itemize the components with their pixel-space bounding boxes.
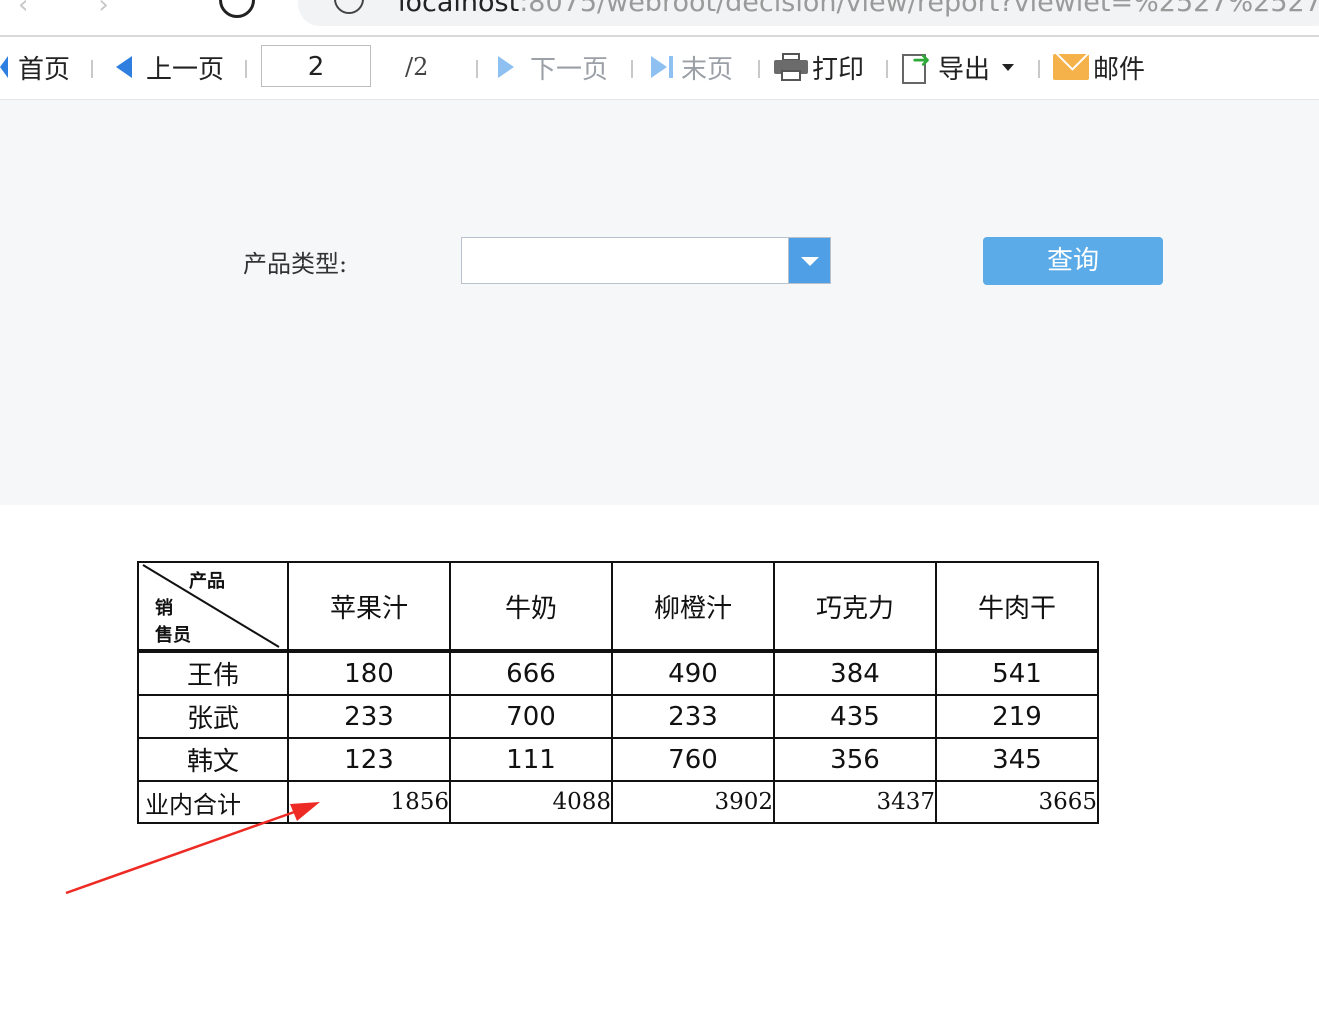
page-number-input[interactable]: 2 xyxy=(261,45,371,87)
product-type-label: 产品类型: xyxy=(243,250,348,278)
next-page-label: 下一页 xyxy=(530,54,609,85)
column-header: 牛肉干 xyxy=(935,561,1099,653)
last-page-bar-icon xyxy=(669,56,673,78)
parameter-panel: 产品类型: 查询 xyxy=(0,100,1319,505)
next-page-icon xyxy=(498,56,514,78)
column-header: 牛奶 xyxy=(449,561,613,653)
toolbar-separator xyxy=(631,60,633,78)
chevron-down-icon xyxy=(1002,63,1015,71)
export-label: 导出 xyxy=(938,54,991,85)
salesperson-name: 韩文 xyxy=(137,737,289,782)
toolbar-separator xyxy=(91,60,93,78)
total-cell: 4088 xyxy=(449,780,613,824)
print-button[interactable]: 打印 xyxy=(774,49,864,85)
url-host: localhost xyxy=(398,0,520,18)
table-cell: 666 xyxy=(449,650,613,696)
table-cell: 180 xyxy=(287,650,451,696)
toolbar-separator xyxy=(758,60,760,78)
total-cell: 3665 xyxy=(935,780,1099,824)
table-header-row: 产品 销 售员 苹果汁 牛奶 柳橙汁 巧克力 牛肉干 xyxy=(137,561,1099,653)
table-cell: 435 xyxy=(773,694,937,739)
export-icon: ➜ xyxy=(902,50,932,84)
prev-page-button[interactable]: 上一页 xyxy=(116,49,224,85)
query-button[interactable]: 查询 xyxy=(983,237,1163,285)
table-cell: 219 xyxy=(935,694,1099,739)
table-row: 韩文 123 111 760 356 345 xyxy=(137,737,1099,782)
toolbar-separator xyxy=(886,60,888,78)
reload-icon[interactable] xyxy=(219,0,255,18)
salesperson-name: 王伟 xyxy=(137,650,289,696)
email-label: 邮件 xyxy=(1093,54,1146,85)
first-page-icon xyxy=(0,56,8,78)
first-page-button[interactable]: 首页 xyxy=(0,49,70,85)
product-type-combobox[interactable] xyxy=(461,237,831,284)
table-cell: 123 xyxy=(287,737,451,782)
printer-icon xyxy=(774,53,808,81)
total-pages: /2 xyxy=(405,53,429,81)
table-cell: 490 xyxy=(611,650,775,696)
table-cell: 541 xyxy=(935,650,1099,696)
first-page-label: 首页 xyxy=(18,54,71,85)
browser-chrome: ‹› localhost:8075/webroot/decision/view/… xyxy=(0,0,1319,36)
corner-header-cell: 产品 销 售员 xyxy=(137,561,289,653)
column-header: 柳橙汁 xyxy=(611,561,775,653)
total-cell: 3902 xyxy=(611,780,775,824)
table-cell: 384 xyxy=(773,650,937,696)
toolbar-separator xyxy=(476,60,478,78)
email-button[interactable]: 邮件 xyxy=(1053,49,1145,85)
total-cell: 1856 xyxy=(287,780,451,824)
toolbar-separator xyxy=(245,60,247,78)
url-path: :8075/webroot/decision/view/report?viewl… xyxy=(519,0,1318,18)
sales-report-table: 产品 销 售员 苹果汁 牛奶 柳橙汁 巧克力 牛肉干 王伟 180 666 49… xyxy=(137,561,1099,824)
back-forward-icons[interactable]: ‹› xyxy=(18,0,179,20)
total-cell: 3437 xyxy=(773,780,937,824)
table-cell: 345 xyxy=(935,737,1099,782)
last-page-label: 末页 xyxy=(681,54,734,85)
column-header: 巧克力 xyxy=(773,561,937,653)
last-page-icon xyxy=(651,56,667,78)
next-page-button[interactable]: 下一页 xyxy=(498,49,608,85)
salesperson-name: 张武 xyxy=(137,694,289,739)
print-label: 打印 xyxy=(812,54,865,85)
mail-icon xyxy=(1053,54,1089,80)
corner-sales-label-2: 售员 xyxy=(155,625,191,646)
table-cell: 233 xyxy=(611,694,775,739)
column-header: 苹果汁 xyxy=(287,561,451,653)
toolbar-separator xyxy=(1038,60,1040,78)
url-text[interactable]: localhost:8075/webroot/decision/view/rep… xyxy=(398,0,1318,18)
table-cell: 233 xyxy=(287,694,451,739)
total-label: 业内合计 xyxy=(137,780,289,824)
table-cell: 356 xyxy=(773,737,937,782)
dropdown-arrow-icon[interactable] xyxy=(788,238,830,283)
table-row: 王伟 180 666 490 384 541 xyxy=(137,650,1099,696)
prev-page-icon xyxy=(116,56,132,78)
table-cell: 760 xyxy=(611,737,775,782)
corner-product-label: 产品 xyxy=(189,571,225,592)
report-toolbar: 首页 上一页 2 /2 下一页 末页 打印 ➜ 导出 邮件 xyxy=(0,37,1319,100)
export-button[interactable]: ➜ 导出 xyxy=(902,49,1015,85)
total-row: 业内合计 1856 4088 3902 3437 3665 xyxy=(137,780,1099,824)
table-cell: 700 xyxy=(449,694,613,739)
corner-sales-label-1: 销 xyxy=(155,598,173,619)
prev-page-label: 上一页 xyxy=(146,54,225,85)
table-cell: 111 xyxy=(449,737,613,782)
last-page-button[interactable]: 末页 xyxy=(651,49,733,85)
table-row: 张武 233 700 233 435 219 xyxy=(137,694,1099,739)
